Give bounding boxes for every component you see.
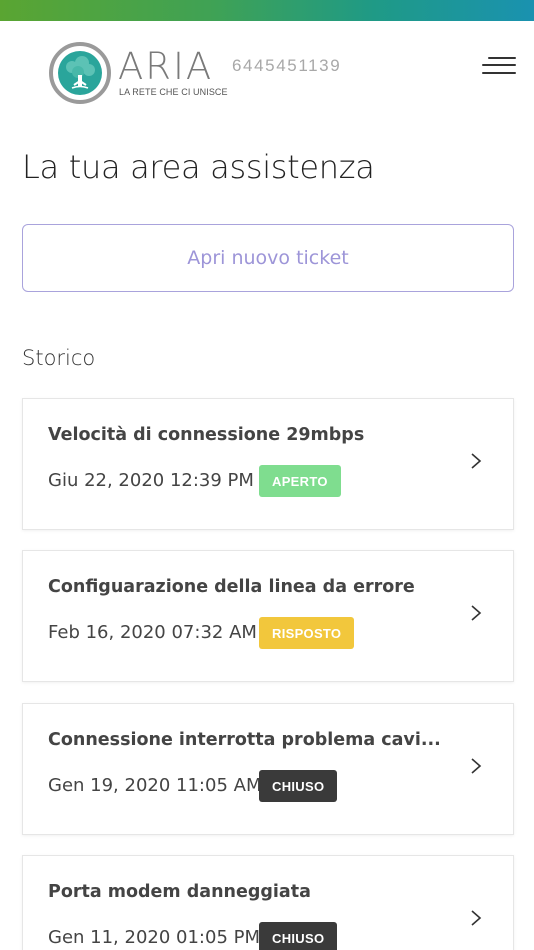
top-gradient-bar [0, 0, 534, 21]
ticket-title: Configuarazione della linea da errore [48, 577, 415, 597]
new-ticket-button[interactable]: Apri nuovo ticket [22, 224, 514, 292]
chevron-right-icon [471, 910, 482, 926]
phone-number[interactable]: 6445451139 [232, 56, 341, 76]
header: ARIA LA RETE CHE CI UNISCE 6445451139 [0, 21, 534, 119]
ticket-date: Gen 19, 2020 11:05 AM [48, 775, 262, 796]
history-title: Storico [22, 346, 96, 370]
ticket-title: Porta modem danneggiata [48, 882, 311, 902]
status-badge: RISPOSTO [259, 617, 355, 649]
status-badge: CHIUSO [259, 922, 338, 950]
ticket-card[interactable]: Porta modem danneggiata Gen 11, 2020 01:… [22, 855, 514, 950]
ticket-title: Velocità di connessione 29mbps [48, 425, 365, 445]
ticket-card[interactable]: Configuarazione della linea da errore Fe… [22, 550, 514, 682]
ticket-card[interactable]: Velocità di connessione 29mbps Giu 22, 2… [22, 398, 514, 530]
ticket-date: Giu 22, 2020 12:39 PM [48, 470, 254, 491]
page-title: La tua area assistenza [22, 148, 375, 186]
brand-name: ARIA [118, 45, 214, 88]
status-badge: APERTO [259, 465, 341, 497]
ticket-title: Connessione interrotta problema cavi... [48, 730, 441, 750]
ticket-card[interactable]: Connessione interrotta problema cavi... … [22, 703, 514, 835]
chevron-right-icon [471, 605, 482, 621]
chevron-right-icon [471, 453, 482, 469]
hamburger-menu-icon[interactable] [480, 57, 516, 79]
chevron-right-icon [471, 758, 482, 774]
ticket-date: Feb 16, 2020 07:32 AM [48, 622, 257, 643]
aria-logo[interactable]: ARIA LA RETE CHE CI UNISCE [48, 41, 228, 109]
tree-logo-icon [49, 42, 111, 104]
ticket-date: Gen 11, 2020 01:05 PM [48, 927, 261, 948]
status-badge: CHIUSO [259, 770, 338, 802]
brand-tagline: LA RETE CHE CI UNISCE [119, 87, 228, 97]
